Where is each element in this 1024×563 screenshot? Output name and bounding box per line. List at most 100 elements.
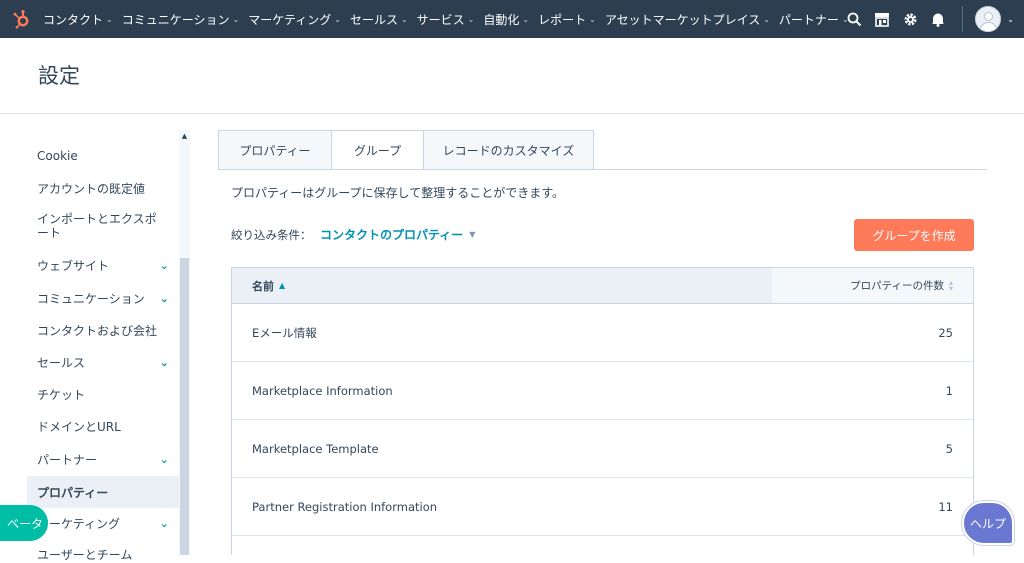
sidebar-item-label: ユーザーとチーム: [37, 547, 133, 562]
nav-menu: コンタクト ⌄ コミュニケーション ⌄ マーケティング ⌄ セールス ⌄ サービス ⌄ 自…: [40, 0, 855, 38]
sidebar-scrollbar-thumb[interactable]: [180, 258, 189, 555]
column-header-label: 名前: [252, 279, 274, 293]
beta-badge[interactable]: ベータ: [0, 505, 48, 541]
tab-underline: [218, 169, 987, 170]
tab-label: グループ: [353, 143, 402, 158]
nav-item-conversations[interactable]: コミュニケーション ⌄: [119, 0, 245, 38]
group-name-cell[interactable]: Marketplace Template: [232, 442, 772, 456]
table-row[interactable]: Marketplace Template 5: [232, 420, 973, 478]
sidebar-item-label: コンタクトおよび会社: [37, 323, 158, 338]
column-header-name[interactable]: 名前 ▲: [232, 268, 772, 303]
chevron-down-icon: ⌄: [522, 14, 530, 24]
scroll-up-arrow-icon[interactable]: ▲: [179, 130, 190, 142]
column-header-label: プロパティーの件数: [850, 280, 944, 292]
page-title: 設定: [38, 64, 80, 88]
sidebar-item-properties[interactable]: プロパティー: [27, 476, 179, 508]
column-header-property-count[interactable]: プロパティーの件数 ▴ ▾: [772, 268, 973, 303]
group-name-cell[interactable]: Eメール情報: [232, 325, 772, 341]
nav-item-automation[interactable]: 自動化 ⌄: [480, 0, 535, 38]
table-row[interactable]: Marketplace Information 1: [232, 362, 973, 420]
nav-item-asset-marketplace[interactable]: アセットマーケットプレイス ⌄: [602, 0, 776, 38]
filter-value: コンタクトのプロパティー: [320, 228, 464, 242]
nav-item-label: セールス: [349, 12, 398, 27]
tab-properties[interactable]: プロパティー: [218, 130, 332, 170]
page-header: 設定: [0, 38, 1024, 114]
groups-description: プロパティーはグループに保存して整理することができます。: [231, 186, 565, 200]
create-group-button[interactable]: グループを作成: [854, 219, 974, 251]
tab-label: プロパティー: [239, 143, 311, 158]
group-name-cell[interactable]: Marketplace Information: [232, 384, 772, 398]
sidebar-item-label: マーケティング: [37, 516, 121, 531]
settings-sidebar: Cookie アカウントの既定値 インポートとエクスポート ウェブサイト ⌄ コミ…: [0, 114, 190, 562]
tab-label: レコードのカスタマイズ: [442, 143, 575, 158]
sidebar-item-label: チケット: [37, 387, 86, 402]
chevron-down-icon: ⌄: [400, 14, 408, 24]
sort-ascending-icon: ▲: [279, 281, 286, 290]
nav-item-service[interactable]: サービス ⌄: [414, 0, 481, 38]
sidebar-item-label: アカウントの既定値: [37, 181, 146, 196]
sidebar-item-conversations[interactable]: コミュニケーション ⌄: [27, 290, 179, 306]
object-type-filter-dropdown[interactable]: コンタクトのプロパティー ▼: [320, 226, 475, 243]
nav-item-marketing[interactable]: マーケティング ⌄: [245, 0, 347, 38]
sort-icon: ▴ ▾: [948, 277, 953, 293]
sidebar-item-import-export[interactable]: インポートとエクスポート: [27, 211, 179, 241]
sidebar-item-users-teams[interactable]: ユーザーとチーム: [27, 546, 179, 562]
chevron-down-icon[interactable]: ⌄: [1007, 15, 1014, 24]
sidebar-item-marketing[interactable]: マーケティング ⌄: [27, 515, 179, 531]
groups-table: 名前 ▲ プロパティーの件数 ▴ ▾ Eメール情報 25 Marketplace …: [231, 267, 974, 555]
property-count-cell: 25: [938, 325, 953, 340]
nav-item-label: パートナー: [778, 12, 839, 27]
gear-icon[interactable]: [896, 0, 924, 38]
bell-icon[interactable]: [924, 0, 952, 38]
search-icon[interactable]: [840, 0, 868, 38]
avatar[interactable]: [975, 6, 1002, 32]
nav-item-label: コミュニケーション: [121, 12, 230, 27]
sidebar-item-partner[interactable]: パートナー ⌄: [27, 451, 179, 467]
chevron-down-icon: ⌄: [159, 452, 169, 466]
property-tabs: プロパティー グループ レコードのカスタマイズ: [218, 130, 594, 170]
chevron-down-icon: ⌄: [763, 14, 770, 24]
sidebar-item-account-defaults[interactable]: アカウントの既定値: [27, 180, 179, 196]
sidebar-item-label: ドメインとURL: [37, 419, 121, 434]
nav-item-label: サービス: [416, 12, 465, 27]
sidebar-item-tickets[interactable]: チケット: [27, 386, 179, 402]
nav-item-contacts[interactable]: コンタクト ⌄: [40, 0, 119, 38]
sidebar-item-contacts-companies[interactable]: コンタクトおよび会社: [27, 322, 179, 338]
hubspot-sprocket-icon[interactable]: [12, 9, 32, 29]
sidebar-item-label: パートナー: [37, 452, 98, 467]
top-navigation-bar: コンタクト ⌄ コミュニケーション ⌄ マーケティング ⌄ セールス ⌄ サービス ⌄ 自…: [0, 0, 1024, 38]
tab-groups[interactable]: グループ: [331, 130, 424, 170]
nav-item-label: アセットマーケットプレイス: [604, 12, 761, 27]
table-header: 名前 ▲ プロパティーの件数 ▴ ▾: [232, 268, 973, 304]
property-count-cell: 11: [938, 499, 953, 514]
table-row[interactable]: Eメール情報 25: [232, 304, 973, 362]
filter-label: 絞り込み条件：: [231, 228, 312, 242]
sidebar-item-label: コミュニケーション: [37, 291, 145, 306]
nav-item-reports[interactable]: レポート ⌄: [535, 0, 602, 38]
table-row[interactable]: Partner Registration Information 11: [232, 478, 973, 536]
chevron-down-icon: ⌄: [159, 258, 169, 272]
chevron-down-icon: ⌄: [589, 14, 596, 24]
sidebar-item-label: ウェブサイト: [37, 258, 110, 273]
nav-item-label: マーケティング: [248, 12, 332, 27]
sidebar-item-label: プロパティー: [37, 485, 109, 500]
nav-item-label: レポート: [538, 12, 587, 27]
chevron-down-icon: ⌄: [467, 14, 475, 24]
sidebar-item-website[interactable]: ウェブサイト ⌄: [27, 257, 179, 273]
chevron-down-icon: ⌄: [159, 355, 169, 369]
group-name-cell[interactable]: Partner Registration Information: [232, 500, 772, 514]
chevron-down-icon: ⌄: [232, 14, 240, 24]
chevron-down-icon: ⌄: [159, 516, 169, 530]
sidebar-item-cookie[interactable]: Cookie: [27, 148, 179, 164]
sidebar-item-domains-urls[interactable]: ドメインとURL: [27, 418, 179, 434]
nav-item-sales[interactable]: セールス ⌄: [347, 0, 414, 38]
help-button[interactable]: ヘルプ: [962, 501, 1014, 545]
caret-down-icon: ▼: [469, 230, 476, 239]
marketplace-icon[interactable]: [868, 0, 896, 38]
property-count-cell: 5: [945, 441, 953, 456]
nav-right-tools: ⌄: [840, 0, 1024, 38]
sidebar-item-sales[interactable]: セールス ⌄: [27, 354, 179, 370]
tab-record-customization[interactable]: レコードのカスタマイズ: [423, 130, 594, 170]
nav-item-label: 自動化: [483, 12, 520, 27]
chevron-down-icon: ⌄: [159, 291, 169, 305]
